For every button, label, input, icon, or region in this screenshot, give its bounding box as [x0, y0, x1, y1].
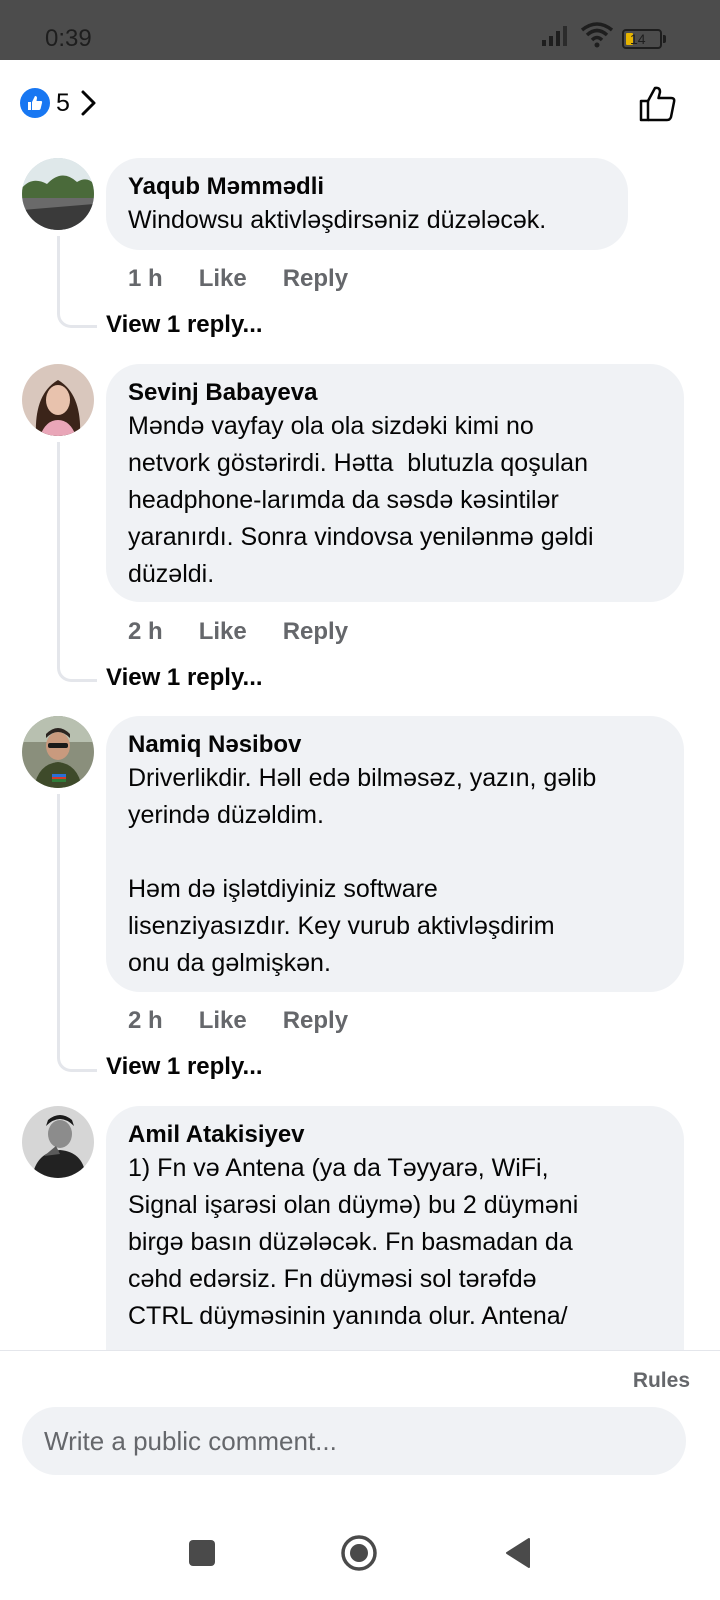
reactions-summary[interactable]: 5	[20, 88, 98, 118]
avatar[interactable]	[22, 158, 94, 230]
view-replies-link[interactable]: View 1 reply...	[106, 1053, 263, 1081]
thread-line	[57, 794, 97, 1072]
home-button[interactable]	[340, 1534, 378, 1572]
avatar[interactable]	[22, 716, 94, 788]
rules-link[interactable]: Rules	[633, 1369, 690, 1393]
battery-icon: 14	[622, 29, 662, 49]
thread-line	[57, 442, 97, 682]
signal-icon	[542, 26, 567, 46]
view-replies-link[interactable]: View 1 reply...	[106, 311, 263, 339]
status-time: 0:39	[45, 25, 92, 52]
reply-button[interactable]: Reply	[283, 618, 348, 646]
comment-author[interactable]: Yaqub Məmmədli	[128, 172, 606, 202]
reply-button[interactable]: Reply	[283, 265, 348, 293]
recents-button[interactable]	[189, 1540, 215, 1566]
navigation-bar	[0, 1510, 720, 1600]
comment-actions: 2 h Like Reply	[128, 618, 384, 646]
wifi-icon	[580, 22, 614, 48]
like-button[interactable]: Like	[199, 618, 247, 646]
chevron-right-icon	[81, 90, 96, 116]
comment-text: 1) Fn və Antena (ya da Təyyarə, WiFi, Si…	[128, 1154, 579, 1330]
like-button[interactable]: Like	[199, 1007, 247, 1035]
battery-tip	[663, 35, 666, 43]
reply-button[interactable]: Reply	[283, 1007, 348, 1035]
comment-author[interactable]: Sevinj Babayeva	[128, 378, 662, 408]
avatar[interactable]	[22, 1106, 94, 1178]
comment-actions: 2 h Like Reply	[128, 1007, 384, 1035]
view-replies-link[interactable]: View 1 reply...	[106, 664, 263, 692]
like-post-icon[interactable]	[638, 84, 678, 124]
comment-time[interactable]: 1 h	[128, 265, 163, 293]
comment-time[interactable]: 2 h	[128, 1007, 163, 1035]
thumbs-up-icon	[20, 88, 50, 118]
comment-bubble[interactable]: Namiq Nəsibov Driverlikdir. Həll edə bil…	[106, 716, 684, 992]
comment-composer: Rules	[0, 1350, 720, 1510]
comment-text: Windowsu aktivləşdirsəniz düzələcək.	[128, 206, 547, 234]
comment-text: Driverlikdir. Həll edə bilməsəz, yazın, …	[128, 764, 597, 977]
like-button[interactable]: Like	[199, 265, 247, 293]
avatar[interactable]	[22, 364, 94, 436]
thread-line	[57, 236, 97, 328]
comment-author[interactable]: Amil Atakisiyev	[128, 1120, 662, 1150]
comment-text: Məndə vayfay ola ola sizdəki kimi no net…	[128, 412, 594, 588]
comment-bubble[interactable]: Yaqub Məmmədli Windowsu aktivləşdirsəniz…	[106, 158, 628, 250]
reaction-count: 5	[56, 88, 70, 117]
comment-actions: 1 h Like Reply	[128, 265, 384, 293]
battery-level: 14	[630, 31, 646, 47]
comment-author[interactable]: Namiq Nəsibov	[128, 730, 662, 760]
comment-bubble[interactable]: Sevinj Babayeva Məndə vayfay ola ola siz…	[106, 364, 684, 602]
status-bar: 0:39 14	[0, 0, 720, 60]
comment-time[interactable]: 2 h	[128, 618, 163, 646]
back-button[interactable]	[503, 1536, 533, 1570]
comment-input[interactable]	[22, 1407, 686, 1475]
